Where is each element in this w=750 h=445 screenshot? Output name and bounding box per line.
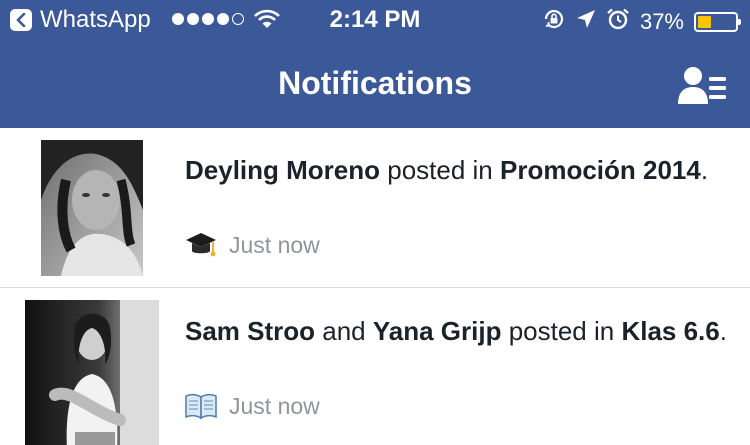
alarm-clock-icon	[606, 7, 630, 36]
notification-meta: Just now	[185, 391, 320, 421]
action-text: posted in	[501, 316, 622, 346]
notification-time: Just now	[229, 231, 320, 258]
rotation-lock-icon	[542, 7, 566, 36]
sentence-end: .	[700, 155, 709, 185]
avatar	[25, 300, 159, 445]
notification-text: Sam Stroo and Yana Grijp posted in Klas …	[185, 315, 730, 347]
actor-name[interactable]: Deyling Moreno	[185, 155, 380, 185]
status-bar: WhatsApp 2:14 PM 37%	[0, 0, 750, 40]
conjunction-text: and	[315, 316, 373, 346]
group-name[interactable]: Klas 6.6	[621, 316, 719, 346]
friend-requests-button[interactable]	[676, 64, 728, 106]
actor-name[interactable]: Yana Grijp	[373, 316, 502, 346]
notification-item[interactable]: Deyling Moreno posted in Promoción 2014.…	[0, 128, 750, 288]
location-arrow-icon	[576, 9, 596, 34]
actor-name[interactable]: Sam Stroo	[185, 316, 315, 346]
sentence-end: .	[719, 316, 727, 346]
page-title: Notifications	[278, 65, 472, 101]
graduation-cap-icon	[185, 230, 217, 260]
avatar	[41, 140, 143, 276]
status-right-group: 37%	[542, 7, 741, 36]
notification-meta: Just now	[185, 230, 320, 260]
book-icon	[185, 391, 217, 421]
top-bar: WhatsApp 2:14 PM 37% Notifications	[0, 0, 750, 128]
friend-requests-icon	[676, 67, 728, 110]
notification-item[interactable]: Sam Stroo and Yana Grijp posted in Klas …	[0, 289, 750, 445]
notification-time: Just now	[229, 392, 320, 419]
group-name[interactable]: Promoción 2014	[500, 155, 701, 185]
notification-text: Deyling Moreno posted in Promoción 2014.	[185, 154, 730, 186]
action-text: posted in	[380, 155, 500, 185]
battery-icon	[694, 11, 741, 32]
battery-level-fill	[698, 15, 711, 28]
battery-percentage: 37%	[639, 8, 684, 34]
